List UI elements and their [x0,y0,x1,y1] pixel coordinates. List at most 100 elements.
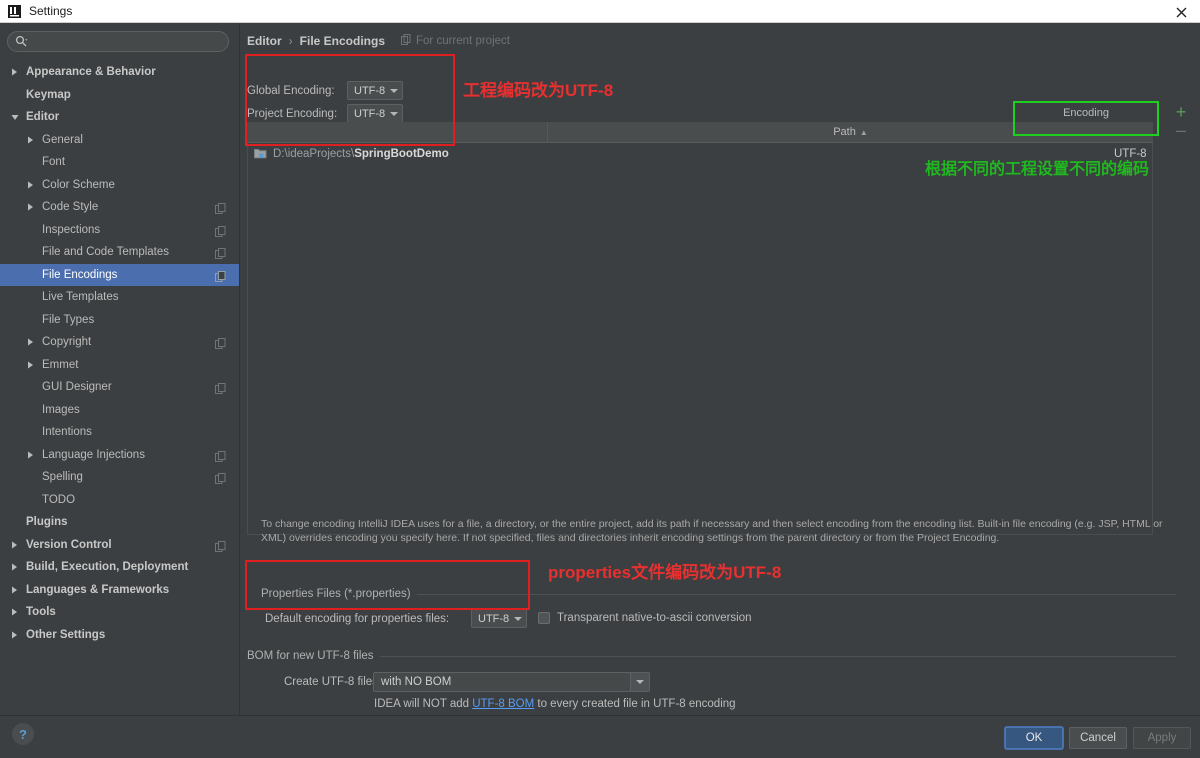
properties-group-title: Properties Files (*.properties) [261,588,417,600]
sidebar-item-label: Keymap [26,88,71,101]
copy-icon [215,201,226,214]
sidebar-item-general[interactable]: General [0,129,239,152]
chevron-right-icon[interactable] [8,538,21,551]
column-header-encoding[interactable]: Encoding [1015,103,1157,122]
create-utf8-files-combo[interactable]: with NO BOM [373,672,650,692]
close-icon[interactable] [1172,3,1190,21]
transparent-native-to-ascii-checkbox[interactable] [538,612,550,624]
utf8-bom-link[interactable]: UTF-8 BOM [472,698,534,710]
bom-hint-suffix: to every created file in UTF-8 encoding [534,698,736,710]
ok-button[interactable]: OK [1005,727,1063,749]
help-button[interactable]: ? [12,723,34,745]
sidebar-item-inspections[interactable]: Inspections [0,219,239,242]
sidebar-item-label: Editor [26,111,60,124]
chevron-down-icon[interactable] [630,673,649,691]
chevron-right-icon[interactable] [24,358,37,371]
sidebar-item-label: Color Scheme [42,178,115,191]
column-header-path-label: Path [833,126,856,138]
sidebar-item-code-style[interactable]: Code Style [0,196,239,219]
project-encoding-label: Project Encoding: [247,107,338,120]
project-folder-icon [254,147,267,162]
settings-content-panel: Editor › File Encodings For current proj… [241,23,1200,715]
sidebar-item-label: Images [42,403,80,416]
sidebar-item-label: GUI Designer [42,381,112,394]
sidebar-item-label: File Encodings [42,268,118,281]
sidebar-item-gui-designer[interactable]: GUI Designer [0,376,239,399]
sidebar-item-label: General [42,133,83,146]
annotation-text-project-encoding: 工程编码改为UTF-8 [463,81,614,100]
sidebar-item-label: Inspections [42,223,101,236]
sidebar-item-spelling[interactable]: Spelling [0,466,239,489]
transparent-native-to-ascii-row[interactable]: Transparent native-to-ascii conversion [538,612,752,624]
copy-icon [215,336,226,349]
project-encoding-combo[interactable]: UTF-8 [347,104,404,123]
sidebar-item-label: Emmet [42,358,79,371]
chevron-right-icon[interactable] [8,583,21,596]
sidebar-item-other-settings[interactable]: Other Settings [0,624,239,647]
sidebar-item-todo[interactable]: TODO [0,489,239,512]
annotation-text-encoding-column: 根据不同的工程设置不同的编码 [925,161,1150,178]
sidebar-item-plugins[interactable]: Plugins [0,511,239,534]
create-utf8-files-label: Create UTF-8 files: [284,676,382,688]
global-encoding-label: Global Encoding: [247,84,335,97]
chevron-right-icon[interactable] [24,336,37,349]
chevron-right-icon[interactable] [8,66,21,79]
sidebar-item-tools[interactable]: Tools [0,601,239,624]
encoding-help-note: To change encoding IntelliJ IDEA uses fo… [261,518,1163,544]
sidebar-item-images[interactable]: Images [0,399,239,422]
sidebar-item-intentions[interactable]: Intentions [0,421,239,444]
sidebar-item-font[interactable]: Font [0,151,239,174]
default-properties-encoding-combo[interactable]: UTF-8 [471,609,528,628]
global-encoding-combo[interactable]: UTF-8 [347,81,404,100]
column-header-path[interactable]: Path ▲ [547,121,1153,143]
sidebar-item-file-and-code-templates[interactable]: File and Code Templates [0,241,239,264]
sidebar-item-editor[interactable]: Editor [0,106,239,129]
chevron-right-icon[interactable] [24,448,37,461]
sidebar-item-live-templates[interactable]: Live Templates [0,286,239,309]
encoding-table-body[interactable]: D:\ideaProjects\SpringBootDemo UTF-8 [247,143,1153,535]
sidebar-item-file-types[interactable]: File Types [0,309,239,332]
add-path-button[interactable]: + [1172,103,1190,121]
breadcrumb-parent[interactable]: Editor [247,34,282,48]
sidebar-item-label: Font [42,156,66,169]
sidebar-item-version-control[interactable]: Version Control [0,534,239,557]
sidebar-item-label: Spelling [42,471,83,484]
chevron-right-icon[interactable] [8,606,21,619]
chevron-right-icon[interactable] [8,628,21,641]
sidebar-item-label: Build, Execution, Deployment [26,561,189,574]
chevron-right-icon[interactable] [24,133,37,146]
sidebar-item-appearance-behavior[interactable]: Appearance & Behavior [0,61,239,84]
cancel-button[interactable]: Cancel [1069,727,1127,749]
copy-icon [215,224,226,237]
sidebar-item-keymap[interactable]: Keymap [0,84,239,107]
search-box[interactable] [7,31,229,52]
sidebar-item-languages-frameworks[interactable]: Languages & Frameworks [0,579,239,602]
sidebar-item-copyright[interactable]: Copyright [0,331,239,354]
chevron-right-icon[interactable] [24,178,37,191]
sidebar-item-emmet[interactable]: Emmet [0,354,239,377]
search-input[interactable] [31,33,220,50]
sidebar-item-label: Other Settings [26,628,106,641]
settings-tree[interactable]: Appearance & Behavior Keymap Editor General… [0,61,239,715]
chevron-down-icon[interactable] [8,111,21,124]
sidebar-item-label: Code Style [42,201,99,214]
apply-button[interactable]: Apply [1133,727,1191,749]
chevron-right-icon[interactable] [24,201,37,214]
chevron-right-icon[interactable] [8,561,21,574]
sidebar-item-build-execution-deployment[interactable]: Build, Execution, Deployment [0,556,239,579]
annotation-text-properties-encoding: properties文件编码改为UTF-8 [548,563,782,582]
window-titlebar: Settings [0,0,1200,23]
sidebar-item-language-injections[interactable]: Language Injections [0,444,239,467]
transparent-native-to-ascii-label: Transparent native-to-ascii conversion [557,612,752,624]
sidebar-item-color-scheme[interactable]: Color Scheme [0,174,239,197]
dialog-footer: ? OK Cancel Apply [0,715,1200,758]
sidebar-item-file-encodings[interactable]: File Encodings [0,263,239,286]
remove-path-button[interactable]: – [1172,121,1190,139]
